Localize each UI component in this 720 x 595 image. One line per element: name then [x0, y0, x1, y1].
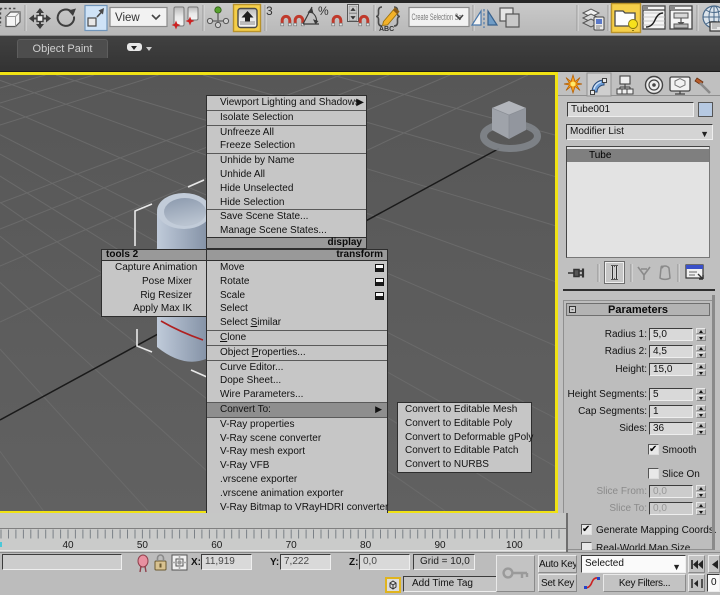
- svg-text:ABC: ABC: [379, 26, 394, 33]
- svg-text:40: 40: [62, 540, 74, 551]
- svg-text:100: 100: [506, 540, 523, 551]
- svg-text:80: 80: [360, 540, 372, 551]
- svg-text:3: 3: [266, 4, 273, 18]
- svg-text:60: 60: [211, 540, 223, 551]
- svg-text:View: View: [115, 12, 140, 24]
- svg-text:50: 50: [137, 540, 149, 551]
- svg-text:70: 70: [286, 540, 298, 551]
- svg-text:90: 90: [434, 540, 446, 551]
- svg-text:Create Selection Se: Create Selection Se: [412, 12, 462, 22]
- svg-text:%: %: [318, 4, 329, 18]
